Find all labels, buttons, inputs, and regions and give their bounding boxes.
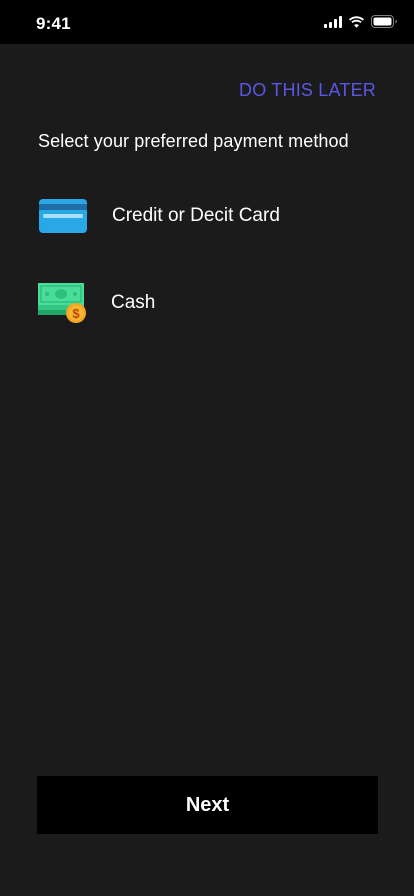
payment-option-card[interactable]: Credit or Decit Card — [38, 192, 378, 240]
page-title: Select your preferred payment method — [38, 131, 349, 151]
signal-icon — [324, 15, 342, 28]
payment-option-cash[interactable]: $ Cash — [38, 279, 378, 327]
status-time: 9:41 — [36, 14, 71, 33]
status-bar: 9:41 — [0, 0, 414, 44]
do-this-later-link[interactable]: DO THIS LATER — [239, 80, 376, 101]
payment-option-card-label: Credit or Decit Card — [112, 205, 280, 226]
credit-card-icon — [38, 192, 88, 240]
battery-icon — [371, 15, 398, 28]
wifi-icon — [348, 15, 365, 28]
payment-method-screen: 9:41 DO THIS LATER Select your preferred… — [0, 0, 414, 896]
cash-icon: $ — [38, 279, 88, 327]
next-button[interactable]: Next — [37, 776, 378, 834]
status-icons — [324, 15, 398, 28]
payment-option-cash-label: Cash — [111, 292, 156, 313]
svg-text:$: $ — [72, 306, 80, 321]
